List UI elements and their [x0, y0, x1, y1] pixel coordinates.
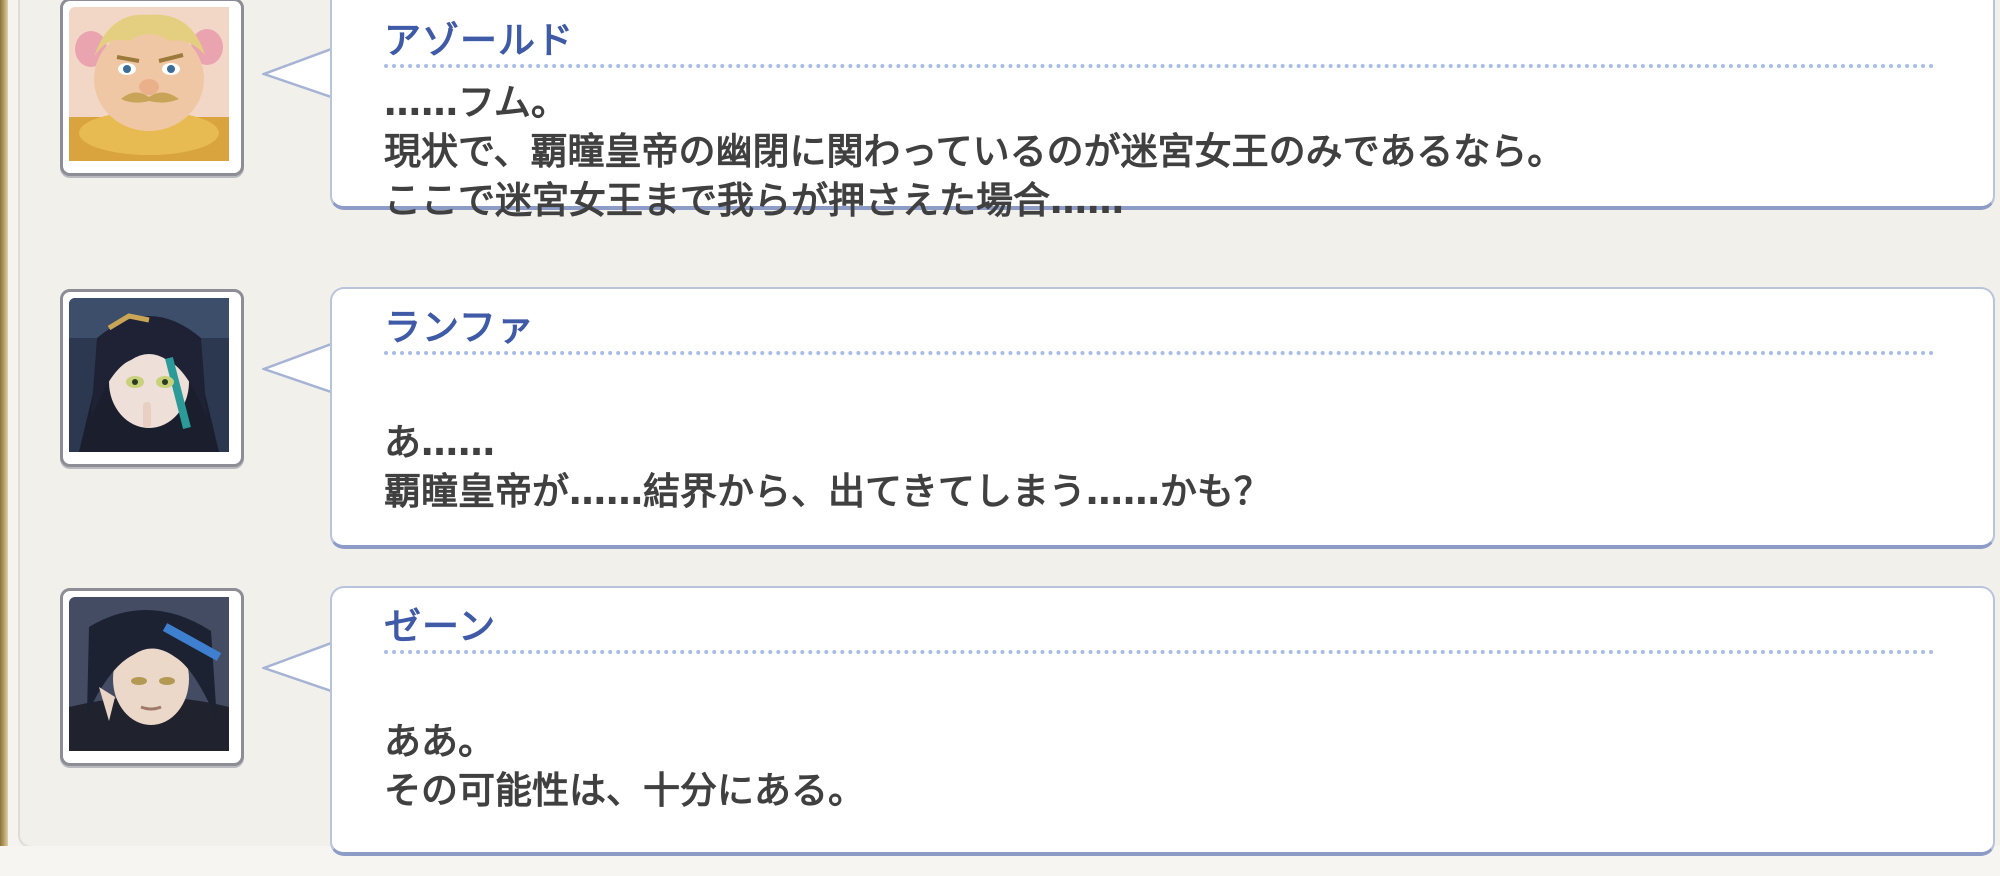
name-divider [384, 64, 1935, 68]
speech-bubble[interactable]: アゾールド ……フム。 現状で、覇瞳皇帝の幽閉に関わっているのが迷宮女王のみであ… [330, 0, 1995, 222]
zehn-portrait-icon [69, 597, 235, 757]
dialogue-text: ああ。 その可能性は、十分にある。 [384, 668, 865, 815]
dialogue-line: その可能性は、十分にある。 [384, 769, 865, 812]
speech-bubble-tail [262, 46, 334, 100]
dialogue-line [384, 369, 1271, 418]
dialogue-line: ……フム。 [384, 81, 568, 124]
name-divider [384, 650, 1935, 654]
dialogue-entry: ゼーン ああ。 その可能性は、十分にある。 [0, 586, 2000, 866]
speech-bubble[interactable]: ゼーン ああ。 その可能性は、十分にある。 [330, 586, 1995, 856]
dialogue-text: ……フム。 現状で、覇瞳皇帝の幽閉に関わっているのが迷宮女王のみであるなら。 こ… [384, 78, 1564, 225]
dialogue-text: あ…… 覇瞳皇帝が……結界から、出てきてしまう……かも？ [384, 369, 1271, 516]
dialogue-line: ああ。 [384, 720, 495, 763]
dialogue-entry: ランファ あ…… 覇瞳皇帝が……結界から、出てきてしまう……かも？ [0, 287, 2000, 567]
ranfa-portrait-icon [69, 298, 235, 458]
story-log-screen: アゾールド ……フム。 現状で、覇瞳皇帝の幽閉に関わっているのが迷宮女王のみであ… [0, 0, 2000, 876]
dialogue-entry: アゾールド ……フム。 現状で、覇瞳皇帝の幽閉に関わっているのが迷宮女王のみであ… [0, 0, 2000, 228]
dialogue-line [384, 668, 865, 717]
speaker-name: アゾールド [384, 19, 574, 62]
speaker-name: ランファ [384, 306, 535, 349]
dialogue-line: あ…… [384, 421, 495, 464]
dialogue-line: 現状で、覇瞳皇帝の幽閉に関わっているのが迷宮女王のみであるなら。 [384, 130, 1565, 173]
speaker-name: ゼーン [384, 605, 497, 648]
dialogue-line: 覇瞳皇帝が……結界から、出てきてしまう……かも？ [384, 470, 1271, 513]
dialogue-line: ここで迷宮女王まで我らが押さえた場合…… [384, 179, 1124, 222]
zehn-avatar[interactable] [60, 588, 244, 766]
speech-bubble[interactable]: ランファ あ…… 覇瞳皇帝が……結界から、出てきてしまう……かも？ [330, 287, 1995, 549]
speech-bubble-tail [262, 341, 334, 395]
azold-portrait-icon [69, 7, 235, 167]
azold-avatar[interactable] [60, 0, 244, 176]
ranfa-avatar[interactable] [60, 289, 244, 467]
name-divider [384, 351, 1935, 355]
speech-bubble-tail [262, 640, 334, 694]
